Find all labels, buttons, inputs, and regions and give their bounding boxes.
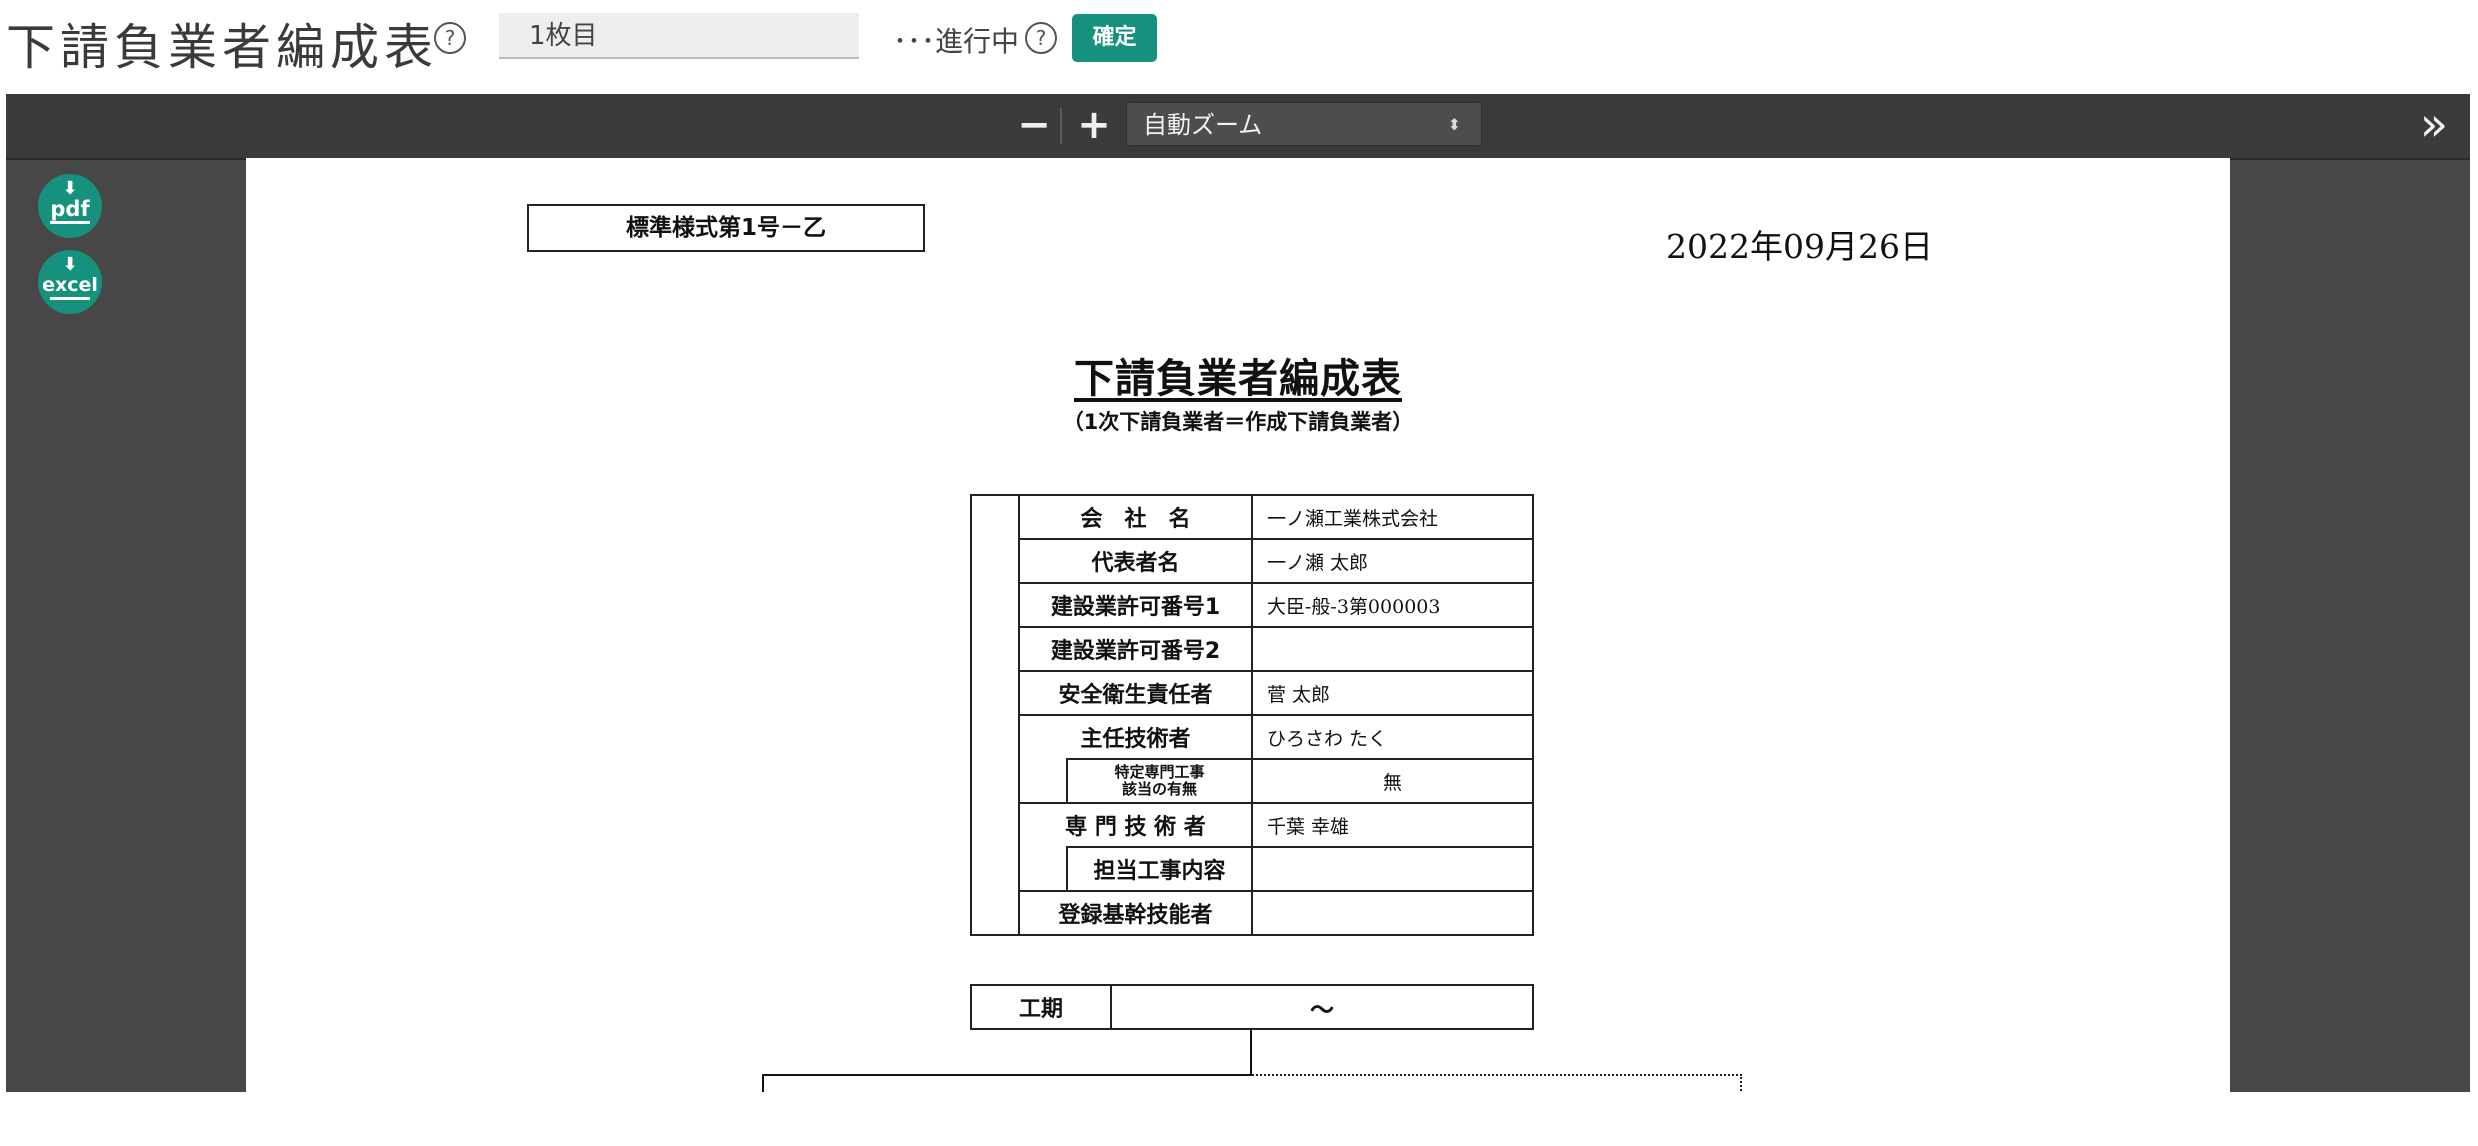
- page-title: 下請負業者編成表: [6, 19, 439, 76]
- table-row: 会 社 名 一ノ瀬工業株式会社: [970, 494, 1534, 936]
- safety-manager-label: 安全衛生責任者: [1018, 670, 1253, 716]
- table-row: 担当工事内容: [971, 846, 1534, 892]
- table-row: 安全衛生責任者 菅 太郎: [971, 670, 1534, 716]
- period-label: 工期: [970, 984, 1112, 1030]
- table-row: 代表者名 一ノ瀬 太郎: [971, 538, 1534, 584]
- representative-value: 一ノ瀬 太郎: [1251, 538, 1534, 584]
- tree-connector-left: [762, 1074, 764, 1092]
- tree-connector-dotted: [1252, 1074, 1742, 1092]
- pdf-viewer: − + 自動ズーム ⬍ » ⬇ pdf ⬇ excel 標準様式第1号－乙 20…: [6, 94, 2470, 1092]
- viewer-toolbar: − + 自動ズーム ⬍ »: [6, 94, 2470, 160]
- document-date: 2022年09月26日: [1666, 227, 1933, 266]
- table-row: 建設業許可番号2: [971, 626, 1534, 672]
- sheet-select-field[interactable]: 1枚目: [499, 13, 859, 59]
- header-bar: 下請負業者編成表 ? 1枚目 ･･･進行中 ? 確定: [0, 0, 2478, 94]
- permit1-value: 大臣-般-3第000003: [1251, 582, 1534, 628]
- table-row: 登録基幹技能者: [971, 890, 1534, 936]
- chief-engineer-value: ひろさわ たく: [1251, 714, 1534, 760]
- download-icon: ⬇: [62, 178, 78, 199]
- zoom-out-button[interactable]: −: [1012, 104, 1056, 148]
- document-subtitle: （1次下請負業者＝作成下請負業者）: [1062, 410, 1414, 434]
- download-pdf-label: pdf: [50, 197, 90, 221]
- status-help-icon[interactable]: ?: [1025, 22, 1057, 54]
- specialist-engineer-label: 専 門 技 術 者: [1018, 802, 1253, 847]
- indent-cell: [1019, 759, 1068, 803]
- chief-engineer-label: 主任技術者: [1018, 714, 1253, 759]
- specialty-flag-label-line1: 特定専門工事: [1114, 763, 1205, 781]
- bracket-cell: [970, 494, 1020, 936]
- status-text: ･･･進行中: [893, 25, 1020, 58]
- representative-label: 代表者名: [1018, 538, 1253, 584]
- contractor-info-table: 会 社 名 一ノ瀬工業株式会社 代表者名 一ノ瀬 太郎 建設業許可番号1 大臣-…: [970, 494, 1534, 936]
- download-icon: ⬇: [62, 254, 78, 275]
- permit2-label: 建設業許可番号2: [1018, 626, 1253, 672]
- registered-skill-label: 登録基幹技能者: [1018, 890, 1253, 936]
- specialty-flag-value: 無: [1251, 758, 1534, 804]
- registered-skill-value: [1251, 890, 1534, 936]
- period-value: ～: [1110, 984, 1534, 1030]
- zoom-select-value: 自動ズーム: [1143, 111, 1263, 139]
- table-row: 建設業許可番号1 大臣-般-3第000003: [971, 582, 1534, 628]
- safety-manager-value: 菅 太郎: [1251, 670, 1534, 716]
- specialist-engineer-value: 千葉 幸雄: [1251, 802, 1534, 848]
- assigned-work-label: 担当工事内容: [1066, 846, 1253, 892]
- table-row: 特定専門工事 該当の有無 無: [971, 758, 1534, 804]
- download-pdf-button[interactable]: ⬇ pdf: [38, 174, 102, 238]
- specialty-flag-label: 特定専門工事 該当の有無: [1066, 758, 1253, 804]
- download-excel-button[interactable]: ⬇ excel: [38, 250, 102, 314]
- permit1-label: 建設業許可番号1: [1018, 582, 1253, 628]
- form-code-box: 標準様式第1号－乙: [527, 204, 925, 252]
- zoom-in-button[interactable]: +: [1072, 104, 1116, 148]
- company-name-label: 会 社 名: [1018, 494, 1253, 540]
- company-name-value: 一ノ瀬工業株式会社: [1251, 494, 1534, 540]
- document-title: 下請負業者編成表: [1074, 356, 1402, 402]
- sidebar-toggle-icon[interactable]: »: [2420, 101, 2448, 147]
- confirm-button[interactable]: 確定: [1072, 14, 1157, 62]
- permit2-value: [1251, 626, 1534, 672]
- table-row: 専 門 技 術 者 千葉 幸雄: [971, 802, 1534, 848]
- zoom-select[interactable]: 自動ズーム ⬍: [1126, 102, 1482, 146]
- select-caret-icon: ⬍: [1447, 115, 1461, 134]
- period-table: 工期 ～: [970, 984, 1534, 1030]
- help-icon[interactable]: ?: [434, 22, 466, 54]
- pdf-page: 標準様式第1号－乙 2022年09月26日 下請負業者編成表 （1次下請負業者＝…: [246, 158, 2230, 1092]
- toolbar-separator: [1060, 108, 1062, 144]
- table-row: 工期 ～: [970, 984, 1534, 1030]
- table-row: 主任技術者 ひろさわ たく: [971, 714, 1534, 760]
- tree-connector-vertical: [1250, 1028, 1252, 1076]
- specialty-flag-label-line2: 該当の有無: [1121, 780, 1197, 798]
- download-excel-label: excel: [42, 274, 98, 296]
- assigned-work-value: [1251, 846, 1534, 892]
- underline-icon: [50, 221, 90, 224]
- tree-connector-horizontal: [762, 1074, 1252, 1076]
- underline-icon: [50, 297, 90, 300]
- indent-cell: [1019, 847, 1068, 891]
